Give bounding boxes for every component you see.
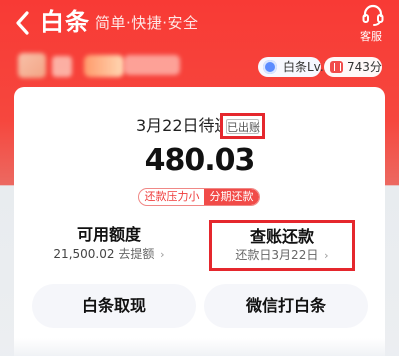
- blurred-avatar: [18, 53, 46, 78]
- level-icon: [263, 60, 277, 74]
- points-badge[interactable]: 743分: [324, 57, 382, 77]
- back-button[interactable]: [10, 8, 36, 38]
- chevron-right-icon: ›: [160, 248, 165, 261]
- due-date-label: 3月22日待还: [136, 116, 231, 135]
- repayment-tags[interactable]: 还款压力小 分期还款: [138, 188, 260, 206]
- blurred-text: [52, 56, 72, 77]
- blurred-text: [124, 55, 180, 75]
- increase-limit-link[interactable]: 去提额: [118, 247, 154, 261]
- bill-repayment-title: 查账还款: [249, 227, 314, 246]
- installment-repayment-button[interactable]: 分期还款: [204, 189, 259, 205]
- available-credit-amount: 21,500.02: [53, 247, 115, 261]
- repayment-date-detail: 还款日3月22日 ›: [212, 247, 352, 264]
- blurred-user-info: [18, 53, 180, 79]
- bill-status-text: 已出账: [226, 119, 260, 134]
- chevron-left-icon: [16, 11, 29, 35]
- customer-service-label: 客服: [360, 30, 382, 43]
- customer-service-button[interactable]: 客服: [359, 3, 387, 43]
- level-badge[interactable]: 白条Lv.2: [258, 57, 331, 77]
- bill-status-badge: 已出账: [220, 113, 265, 139]
- points-icon: [330, 61, 343, 73]
- available-credit-title: 可用额度: [76, 225, 141, 244]
- bill-repayment-section[interactable]: 查账还款 还款日3月22日 ›: [209, 220, 355, 271]
- available-credit-section[interactable]: 可用额度 21,500.02 去提额 ›: [38, 224, 180, 268]
- top-header: 白条 简单·快捷·安全 客服: [0, 0, 399, 48]
- page-title: 白条: [40, 8, 90, 36]
- points-text: 743分: [347, 60, 382, 74]
- cash-withdrawal-button[interactable]: 白条取现: [32, 284, 196, 328]
- blurred-text: [84, 55, 124, 77]
- bill-amount: 480.03: [144, 143, 256, 178]
- wechat-baitiao-button[interactable]: 微信打白条: [204, 284, 368, 328]
- repayment-pressure-tag: 还款压力小: [144, 190, 200, 203]
- baitiao-app: 白条 简单·快捷·安全 客服 白条Lv.2 743分 3月22日待还 已出账 4: [0, 0, 399, 356]
- headset-icon: [362, 4, 384, 26]
- bottom-fade: [0, 338, 399, 356]
- page-subtitle: 简单·快捷·安全: [95, 14, 199, 32]
- repayment-date-text: 还款日3月22日: [235, 248, 319, 262]
- available-credit-detail[interactable]: 21,500.02 去提额 ›: [38, 245, 180, 264]
- chevron-right-icon: ›: [324, 249, 329, 262]
